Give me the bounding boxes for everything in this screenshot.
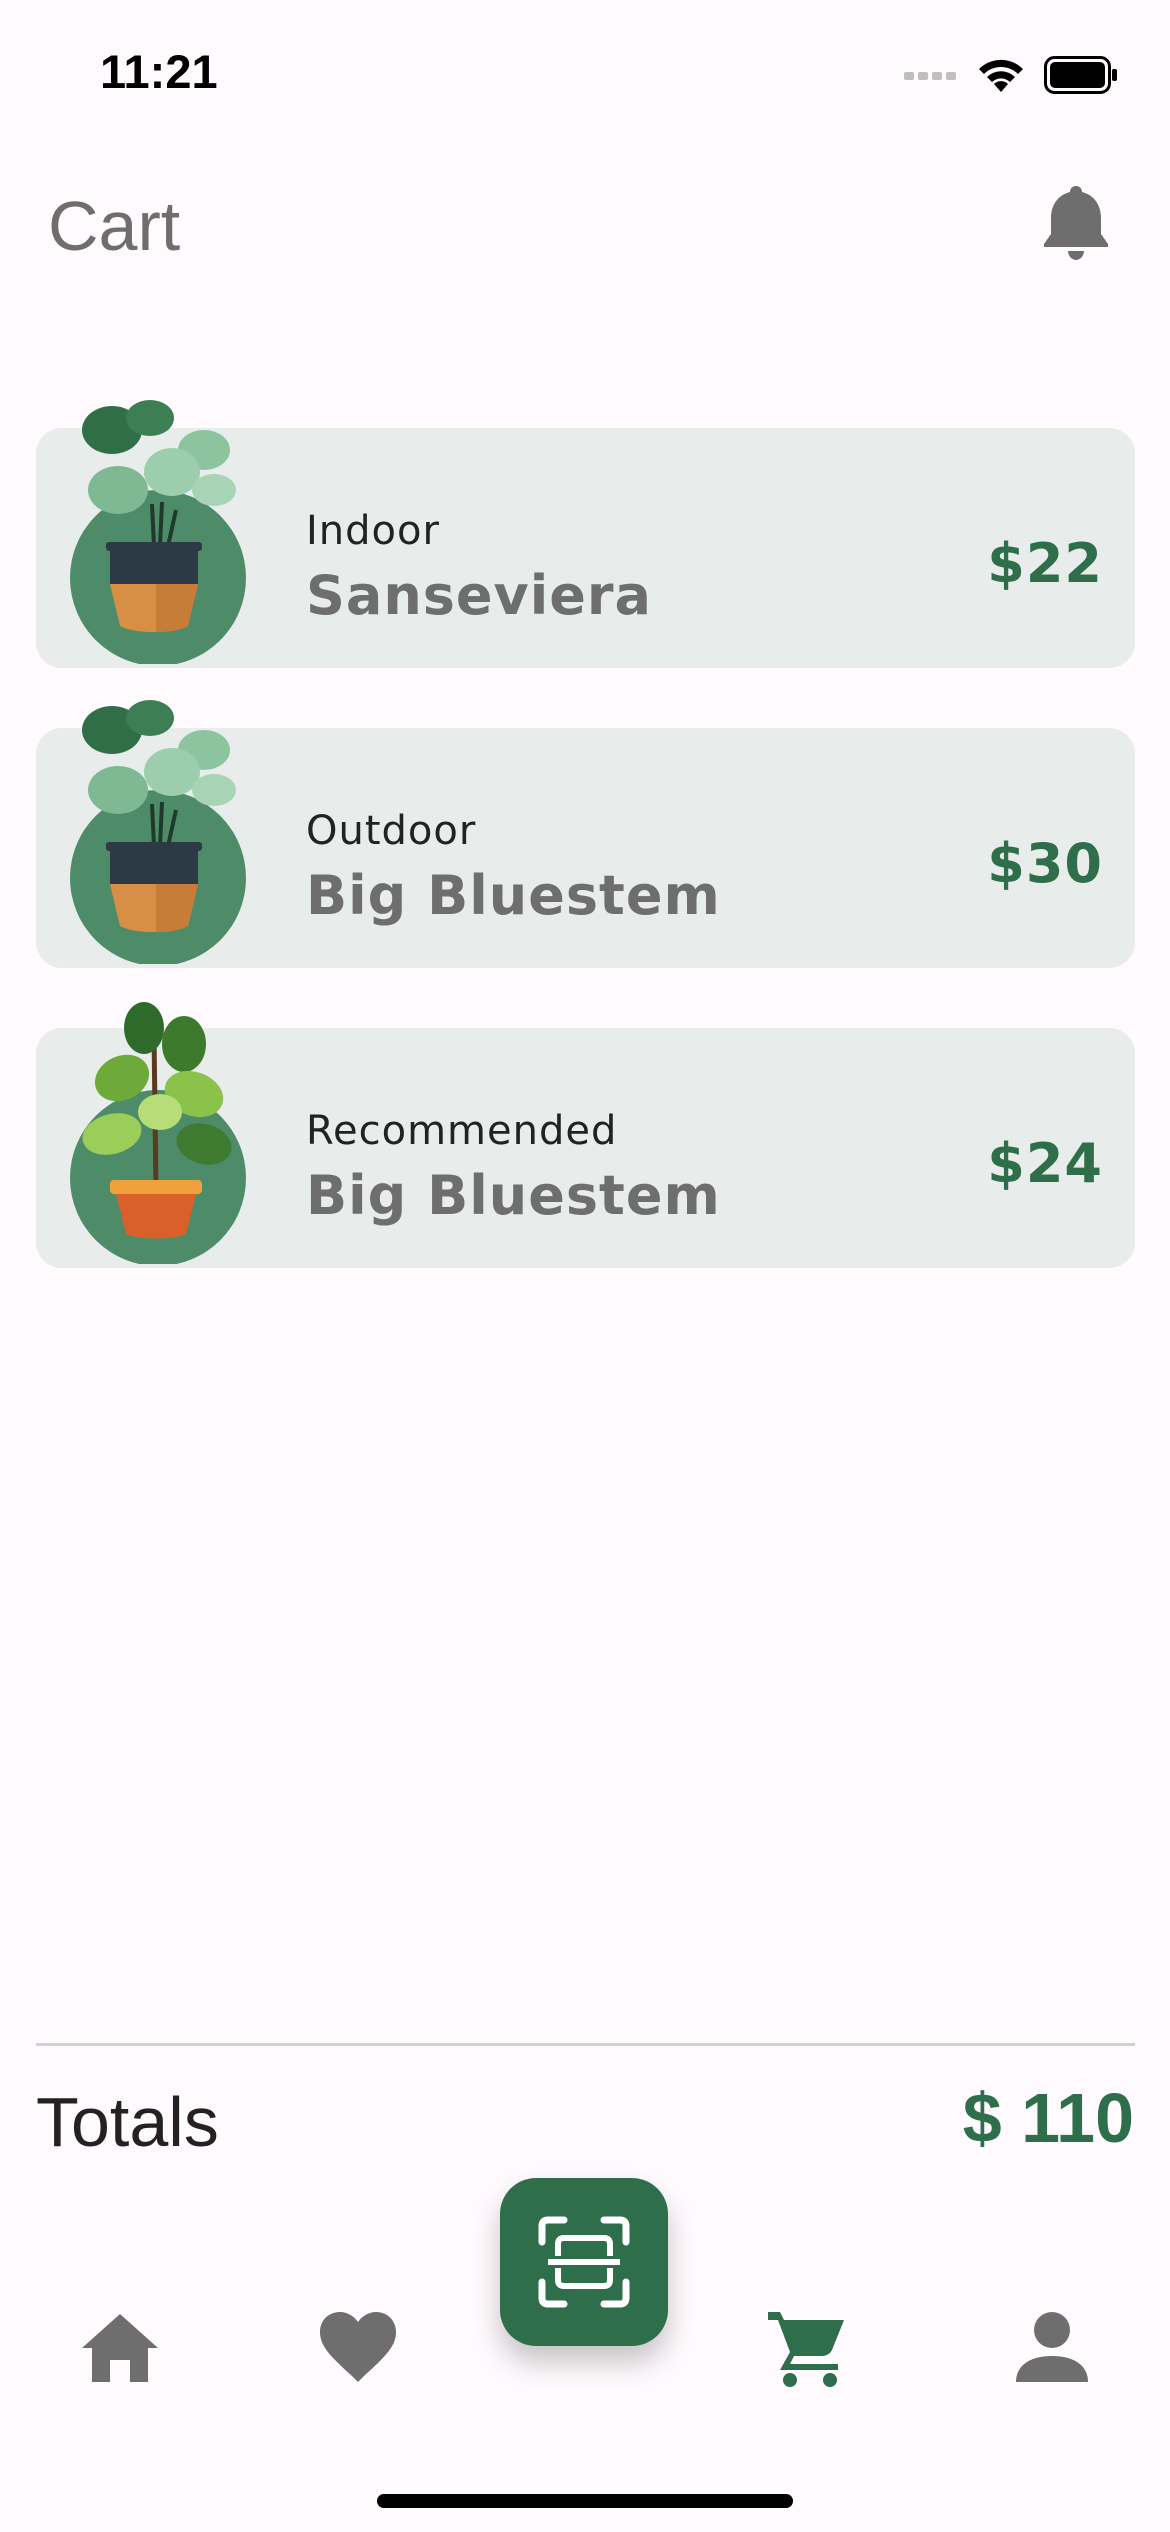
battery-icon bbox=[1044, 56, 1117, 94]
item-price: $24 bbox=[987, 1132, 1103, 1195]
item-category: Recommended bbox=[306, 1108, 618, 1154]
status-time: 11:21 bbox=[100, 45, 218, 98]
cellular-signal-icon bbox=[904, 72, 956, 80]
item-price: $30 bbox=[987, 832, 1103, 895]
item-category: Outdoor bbox=[306, 808, 477, 854]
heart-icon[interactable] bbox=[316, 2306, 400, 2390]
fiddle-leaf-plant-icon bbox=[70, 1002, 246, 1264]
bottom-nav bbox=[0, 2178, 1170, 2532]
item-category: Indoor bbox=[306, 508, 440, 554]
bell-icon bbox=[1044, 186, 1108, 260]
item-name: Big Bluestem bbox=[306, 1164, 721, 1227]
cart-item[interactable]: Recommended Big Bluestem $24 bbox=[36, 1002, 1135, 1268]
item-name: Big Bluestem bbox=[306, 864, 721, 927]
scan-button[interactable] bbox=[500, 2178, 668, 2346]
home-indicator bbox=[377, 2494, 793, 2508]
totals-divider bbox=[36, 2043, 1135, 2046]
totals-label: Totals bbox=[36, 2083, 219, 2161]
item-price: $22 bbox=[987, 532, 1103, 595]
wifi-icon bbox=[979, 59, 1023, 92]
notification-button[interactable] bbox=[1040, 182, 1112, 262]
item-name: Sanseviera bbox=[306, 564, 652, 627]
home-icon[interactable] bbox=[78, 2306, 162, 2390]
profile-icon[interactable] bbox=[1010, 2306, 1094, 2390]
status-bar: 11:21 bbox=[0, 0, 1170, 140]
potted-plant-icon bbox=[70, 400, 246, 664]
cart-item[interactable]: Outdoor Big Bluestem $30 bbox=[36, 700, 1135, 968]
cart-item[interactable]: Indoor Sanseviera $22 bbox=[36, 400, 1135, 668]
cart-icon[interactable] bbox=[764, 2306, 848, 2390]
potted-plant-icon bbox=[70, 700, 246, 964]
status-icons bbox=[904, 52, 1118, 98]
totals-value: $ 110 bbox=[962, 2079, 1134, 2157]
scan-icon bbox=[538, 2216, 630, 2308]
page-title: Cart bbox=[48, 187, 181, 265]
